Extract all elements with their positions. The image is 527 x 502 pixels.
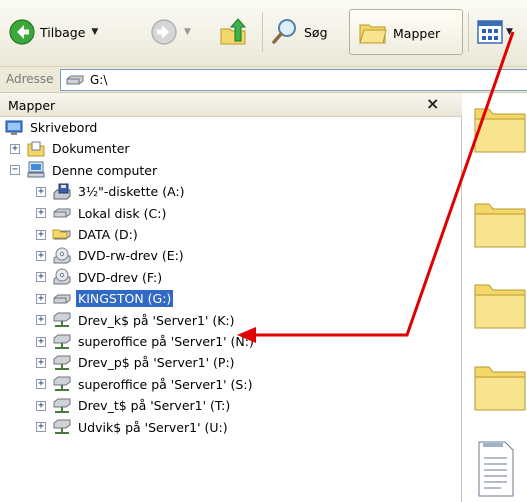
tree-item-label: superoffice på 'Server1' (N:) [78, 334, 254, 349]
close-icon[interactable]: × [426, 94, 439, 113]
tree-item-label: Skrivebord [30, 120, 98, 135]
dvd-rw-drive-icon [52, 247, 72, 265]
tree-item[interactable]: − Denne computer [10, 160, 159, 181]
tree-item[interactable]: + DVD-rw-drev (E:) [36, 245, 186, 266]
network-drive-icon [52, 375, 72, 393]
tree-item[interactable]: + superoffice på 'Server1' (N:) [36, 331, 256, 352]
tree-item-label: KINGSTON (G:) [76, 290, 174, 308]
tree-item[interactable]: + DVD-drev (F:) [36, 267, 164, 288]
back-label: Tilbage [40, 24, 86, 40]
expand-icon[interactable]: + [36, 293, 46, 304]
tree-item[interactable]: + superoffice på 'Server1' (S:) [36, 374, 254, 395]
search-button[interactable]: Søg [270, 12, 328, 52]
expand-icon[interactable]: + [36, 186, 46, 197]
expand-icon[interactable]: + [36, 250, 46, 261]
tree-item-label: DATA (D:) [78, 227, 138, 242]
folder-pane-title: Mapper [8, 98, 56, 113]
address-label: Adresse [6, 72, 54, 86]
tree-item[interactable]: + KINGSTON (G:) [36, 288, 174, 309]
tree-item-label: 3½"-diskette (A:) [78, 184, 185, 200]
expand-icon[interactable]: + [36, 315, 46, 326]
tree-item[interactable]: + Udvik$ på 'Server1' (U:) [36, 417, 230, 438]
hard-disk-icon [52, 204, 72, 222]
up-folder-icon [218, 17, 248, 47]
views-dropdown-icon[interactable]: ▼ [506, 27, 513, 37]
text-document-icon[interactable] [477, 438, 517, 501]
search-label: Søg [304, 24, 328, 40]
contents-pane [463, 93, 527, 502]
folder-pane: Mapper × Skrivebord + Dokumenter − Denne com… [0, 93, 462, 502]
data-drive-icon [52, 226, 72, 244]
address-field[interactable]: G:\ [60, 69, 527, 91]
up-folder-button[interactable] [218, 12, 248, 52]
dvd-drive-icon [52, 268, 72, 286]
forward-arrow-icon [150, 18, 178, 46]
forward-dropdown-icon[interactable]: ▼ [184, 27, 191, 37]
removable-drive-icon [65, 73, 85, 87]
tree-item-label: Lokal disk (C:) [78, 205, 167, 221]
forward-button[interactable]: ▼ [150, 12, 191, 52]
folders-label: Mapper [393, 25, 441, 41]
expand-icon[interactable]: + [36, 422, 46, 433]
expand-icon[interactable]: + [10, 143, 20, 154]
tree-item[interactable]: Skrivebord [4, 117, 99, 138]
views-button[interactable]: ▼ [476, 12, 513, 52]
tree-item[interactable]: + Lokal disk (C:) [36, 203, 168, 224]
back-dropdown-icon[interactable]: ▼ [91, 27, 98, 37]
desktop-icon [4, 119, 24, 137]
tree-item-label: DVD-drev (F:) [78, 269, 163, 285]
documents-folder-icon [26, 140, 46, 158]
back-button[interactable]: Tilbage ▼ [8, 12, 98, 52]
expand-icon[interactable]: + [36, 336, 46, 347]
folder-icon[interactable] [473, 351, 527, 414]
folder-icon[interactable] [473, 269, 527, 332]
tree-item-label: superoffice på 'Server1' (S:) [78, 376, 253, 392]
toolbar-separator [262, 12, 263, 52]
folder-pane-header: Mapper × [0, 93, 462, 117]
network-drive-icon [52, 397, 72, 415]
expand-icon[interactable]: + [36, 272, 46, 283]
network-drive-icon [52, 311, 72, 329]
folder-icon[interactable] [473, 93, 527, 156]
expand-icon[interactable]: + [36, 379, 46, 390]
expand-icon[interactable]: + [36, 229, 46, 240]
network-drive-icon [52, 354, 72, 372]
address-value: G:\ [90, 73, 108, 87]
folder-icon[interactable] [473, 188, 527, 251]
toolbar: Tilbage ▼ ▼ Søg Mapper ▼ [0, 0, 527, 67]
address-bar: Adresse G:\ [0, 67, 527, 93]
my-computer-icon [26, 161, 46, 179]
tree-item-label: Dokumenter [52, 141, 130, 157]
tree-item[interactable]: + Drev_k$ på 'Server1' (K:) [36, 310, 237, 331]
network-drive-icon [52, 418, 72, 436]
tree-item[interactable]: +3½"-diskette (A:) [36, 181, 187, 202]
expand-icon[interactable]: + [36, 400, 46, 411]
tree-item-label: Drev_p$ på 'Server1' (P:) [78, 355, 235, 371]
tree-item-label: Drev_k$ på 'Server1' (K:) [78, 312, 235, 328]
tree-item[interactable]: + Drev_t$ på 'Server1' (T:) [36, 395, 232, 416]
expand-icon[interactable]: + [36, 357, 46, 368]
tree-item[interactable]: + Drev_p$ på 'Server1' (P:) [36, 352, 237, 373]
tree-item-label: Udvik$ på 'Server1' (U:) [78, 419, 228, 435]
views-icon [476, 18, 504, 46]
toolbar-separator [468, 12, 469, 52]
search-icon [270, 17, 300, 47]
tree-item-label: Drev_t$ på 'Server1' (T:) [78, 398, 231, 414]
collapse-icon[interactable]: − [10, 165, 20, 176]
network-drive-icon [52, 333, 72, 351]
removable-drive-icon [52, 290, 72, 308]
expand-icon[interactable]: + [36, 208, 46, 219]
back-arrow-icon [8, 18, 36, 46]
floppy-drive-icon [52, 183, 72, 201]
folders-button[interactable]: Mapper [349, 9, 463, 55]
tree-item-label: DVD-rw-drev (E:) [78, 248, 184, 264]
tree-item[interactable]: + Dokumenter [10, 138, 132, 159]
folders-icon [358, 19, 388, 47]
tree-item[interactable]: + DATA (D:) [36, 224, 140, 245]
tree-item-label: Denne computer [52, 162, 158, 178]
